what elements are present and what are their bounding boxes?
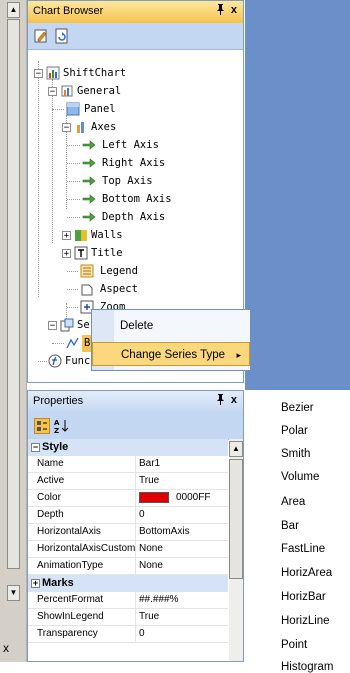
series-type-submenu: Bezier Polar Smith Volume Area Bar FastL… bbox=[271, 390, 350, 673]
series-type-horizarea[interactable]: HorizArea bbox=[281, 567, 332, 579]
series-type-bezier[interactable]: Bezier bbox=[281, 402, 314, 414]
svg-text:A: A bbox=[54, 419, 60, 427]
scrollbar-thumb[interactable] bbox=[229, 459, 243, 579]
edit-icon[interactable] bbox=[34, 28, 50, 44]
panel-icon bbox=[66, 102, 80, 116]
series-type-horizbar[interactable]: HorizBar bbox=[281, 591, 326, 603]
refresh-icon[interactable] bbox=[54, 28, 70, 44]
chart-browser-header: Chart Browser x bbox=[28, 1, 243, 24]
series-type-horizline[interactable]: HorizLine bbox=[281, 615, 330, 627]
chart-root-icon bbox=[46, 66, 60, 80]
context-menu: Delete Change Series Type ▸ bbox=[91, 309, 251, 371]
general-icon bbox=[60, 84, 74, 98]
legend-icon bbox=[80, 264, 94, 278]
expand-icon[interactable]: + bbox=[62, 231, 71, 241]
title-icon bbox=[74, 246, 88, 260]
series-type-volume[interactable]: Volume bbox=[281, 471, 319, 483]
walls-icon bbox=[74, 228, 88, 242]
property-row[interactable]: Active True bbox=[28, 473, 228, 490]
series-icon bbox=[60, 318, 74, 332]
close-button[interactable]: x bbox=[231, 4, 237, 16]
outer-scrollbar[interactable]: ▲ ▼ bbox=[0, 0, 27, 662]
collapse-icon[interactable]: − bbox=[48, 321, 57, 331]
category-marks[interactable]: + Marks bbox=[28, 575, 228, 592]
series-type-polar[interactable]: Polar bbox=[281, 425, 308, 437]
collapse-icon[interactable]: − bbox=[34, 69, 43, 79]
categorized-icon[interactable] bbox=[34, 418, 50, 434]
arrow-right-icon bbox=[82, 192, 96, 206]
category-style[interactable]: − Style bbox=[28, 439, 228, 456]
series-type-area[interactable]: Area bbox=[281, 496, 305, 508]
scrollbar-thumb[interactable] bbox=[7, 19, 20, 569]
arrow-right-icon bbox=[82, 174, 96, 188]
series-type-point[interactable]: Point bbox=[281, 639, 307, 651]
close-icon[interactable]: x bbox=[3, 641, 9, 655]
scroll-up-arrow-icon[interactable]: ▲ bbox=[7, 2, 20, 18]
arrow-right-icon bbox=[82, 138, 96, 152]
series-type-fastline[interactable]: FastLine bbox=[281, 543, 325, 555]
close-button[interactable]: x bbox=[231, 394, 237, 406]
property-row[interactable]: ShowInLegend True bbox=[28, 609, 228, 626]
properties-header: Properties x bbox=[28, 391, 243, 414]
series-type-histogram[interactable]: Histogram bbox=[281, 661, 333, 673]
collapse-icon[interactable]: − bbox=[31, 443, 40, 452]
sort-alphabetical-icon[interactable]: AZ bbox=[54, 418, 70, 435]
property-row[interactable]: Name Bar1 bbox=[28, 456, 228, 473]
menu-item-change-series-type[interactable]: Change Series Type ▸ bbox=[92, 342, 250, 366]
series-type-smith[interactable]: Smith bbox=[281, 448, 310, 460]
collapse-icon[interactable]: − bbox=[48, 87, 57, 97]
property-row[interactable]: PercentFormat ##.###% bbox=[28, 592, 228, 609]
property-row[interactable]: HorizontalAxis BottomAxis bbox=[28, 524, 228, 541]
property-row[interactable]: AnimationType None bbox=[28, 558, 228, 575]
pin-icon[interactable] bbox=[216, 4, 225, 18]
color-swatch[interactable] bbox=[139, 492, 169, 503]
menu-item-delete[interactable]: Delete bbox=[92, 314, 250, 338]
svg-text:Z: Z bbox=[54, 427, 59, 434]
expand-icon[interactable]: + bbox=[62, 249, 71, 259]
properties-toolbar: AZ bbox=[28, 413, 243, 440]
chart-browser-toolbar bbox=[28, 23, 243, 50]
scroll-up-arrow-icon[interactable]: ▲ bbox=[229, 441, 243, 457]
canvas-area bbox=[245, 0, 350, 390]
arrow-right-icon bbox=[82, 210, 96, 224]
property-row[interactable]: HorizontalAxisCustom None bbox=[28, 541, 228, 558]
aspect-icon bbox=[80, 282, 94, 296]
axes-icon bbox=[74, 120, 88, 134]
bar-series-icon bbox=[66, 336, 80, 350]
properties-scrollbar[interactable]: ▲ bbox=[229, 439, 243, 661]
expand-icon[interactable]: + bbox=[31, 579, 40, 588]
property-row[interactable]: Transparency 0 bbox=[28, 626, 228, 643]
collapse-icon[interactable]: − bbox=[62, 123, 71, 133]
functions-icon bbox=[48, 354, 62, 368]
submenu-arrow-icon: ▸ bbox=[236, 350, 241, 360]
scroll-down-arrow-icon[interactable]: ▼ bbox=[7, 585, 20, 601]
pin-icon[interactable] bbox=[216, 394, 225, 408]
series-type-bar[interactable]: Bar bbox=[281, 520, 299, 532]
property-row[interactable]: Color 0000FF bbox=[28, 490, 228, 507]
panel-title: Chart Browser bbox=[33, 5, 104, 17]
properties-panel: Properties x AZ − Style Name Bar1 Active… bbox=[27, 390, 244, 662]
panel-title: Properties bbox=[33, 395, 84, 407]
property-row[interactable]: Depth 0 bbox=[28, 507, 228, 524]
arrow-right-icon bbox=[82, 156, 96, 170]
